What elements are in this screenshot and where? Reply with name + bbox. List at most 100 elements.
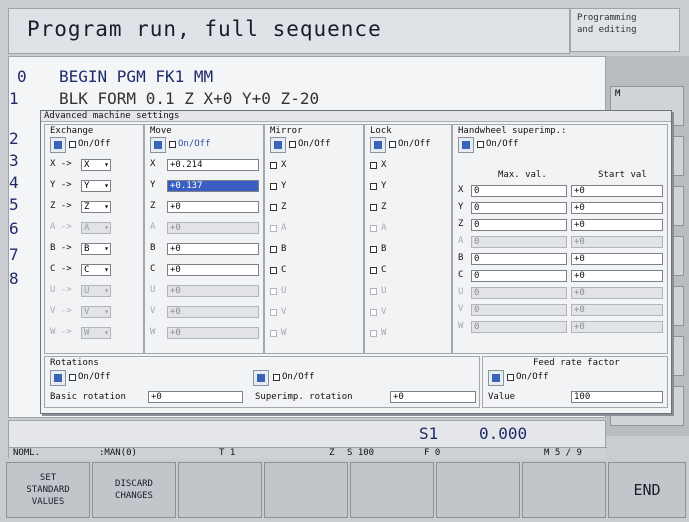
discard-changes-button[interactable]: DISCARD CHANGES	[92, 462, 176, 518]
rotations-onoff-label: On/Off	[78, 372, 111, 382]
exchange-axis-select[interactable]: C	[81, 264, 111, 276]
softkey-blank-4[interactable]	[264, 462, 348, 518]
exchange-axis-select[interactable]: B	[81, 243, 111, 255]
handwheel-max-input[interactable]: 0	[471, 270, 567, 282]
move-onoff-checkbox[interactable]	[169, 141, 176, 148]
mirror-axis-label: Z	[281, 202, 287, 212]
move-axis-input[interactable]: +0.214	[167, 159, 259, 171]
handwheel-onoff-checkbox[interactable]	[477, 141, 484, 148]
lock-axis-checkbox[interactable]	[370, 204, 377, 211]
basic-rotation-input[interactable]: +0	[148, 391, 243, 403]
mirror-axis-checkbox	[270, 225, 277, 232]
move-axis-input: +0	[167, 222, 259, 234]
handwheel-max-input[interactable]: 0	[471, 202, 567, 214]
softkey-line: STANDARD	[26, 485, 70, 495]
basic-rotation-label: Basic rotation	[50, 392, 126, 402]
exchange-axis-select: A	[81, 222, 111, 234]
line-number: 2	[9, 129, 19, 148]
move-axis-input: +0	[167, 327, 259, 339]
exchange-axis-label: X ->	[50, 159, 72, 169]
handwheel-start-input[interactable]: +0	[571, 202, 663, 214]
lock-axis-checkbox	[370, 225, 377, 232]
lock-icon	[370, 137, 386, 153]
lock-axis-label: Y	[381, 181, 387, 191]
move-axis-input[interactable]: +0	[167, 201, 259, 213]
handwheel-axis-label: X	[458, 185, 464, 195]
exchange-axis-label: U ->	[50, 285, 72, 295]
m-label: M	[615, 89, 621, 99]
lock-axis-checkbox[interactable]	[370, 183, 377, 190]
feed-onoff-checkbox[interactable]	[507, 374, 514, 381]
handwheel-start-input[interactable]: +0	[571, 185, 663, 197]
handwheel-max-input: 0	[471, 321, 567, 333]
mirror-axis-label: B	[281, 244, 287, 254]
rotations-onoff-checkbox[interactable]	[69, 374, 76, 381]
handwheel-start-input[interactable]: +0	[571, 270, 663, 282]
exchange-onoff-checkbox[interactable]	[69, 141, 76, 148]
lock-axis-label: V	[381, 307, 387, 317]
mirror-onoff-checkbox[interactable]	[289, 141, 296, 148]
end-button[interactable]: END	[608, 462, 686, 518]
move-axis-label: Y	[150, 180, 156, 190]
handwheel-start-input[interactable]: +0	[571, 253, 663, 265]
handwheel-max-input[interactable]: 0	[471, 219, 567, 231]
page-title: Program run, full sequence	[27, 17, 382, 41]
move-axis-input: +0	[167, 285, 259, 297]
line-number: 1	[9, 89, 19, 108]
exchange-axis-label: Z ->	[50, 201, 72, 211]
move-axis-label: A	[150, 222, 156, 232]
feed-value-input[interactable]: 100	[571, 391, 663, 403]
speed-indicator: S 100	[347, 448, 375, 458]
lock-onoff-checkbox[interactable]	[389, 141, 396, 148]
exchange-onoff-label: On/Off	[78, 139, 111, 149]
handwheel-max-input[interactable]: 0	[471, 253, 567, 265]
exchange-axis-select[interactable]: Z	[81, 201, 111, 213]
secondary-mode[interactable]: Programming and editing	[570, 8, 680, 52]
mirror-axis-checkbox[interactable]	[270, 162, 277, 169]
superimp-rotation-input[interactable]: +0	[390, 391, 476, 403]
feed-onoff-label: On/Off	[516, 372, 549, 382]
exchange-axis-select[interactable]: Y	[81, 180, 111, 192]
move-axis-input[interactable]: +0	[167, 264, 259, 276]
handwheel-start-input[interactable]: +0	[571, 219, 663, 231]
handwheel-start-input: +0	[571, 287, 663, 299]
softkey-blank-6[interactable]	[436, 462, 520, 518]
move-group: Move On/Off X +0.214 Y +0.137 Z +0 A +0 B +0 C +0 U +…	[144, 124, 264, 354]
softkey-blank-7[interactable]	[522, 462, 606, 518]
mirror-axis-checkbox[interactable]	[270, 246, 277, 253]
line-number: 8	[9, 269, 19, 288]
lock-onoff-label: On/Off	[398, 139, 431, 149]
softkey-line: SET	[39, 473, 57, 483]
rotation-icon	[50, 370, 66, 386]
noml-indicator: NOML.	[13, 448, 41, 458]
mirror-axis-checkbox	[270, 309, 277, 316]
softkey-blank-3[interactable]	[178, 462, 262, 518]
mirror-axis-checkbox[interactable]	[270, 183, 277, 190]
handwheel-start-input: +0	[571, 236, 663, 248]
lock-axis-checkbox[interactable]	[370, 162, 377, 169]
move-axis-input[interactable]: +0	[167, 243, 259, 255]
lock-axis-label: X	[381, 160, 387, 170]
advanced-settings-dialog: Advanced machine settings Exchange On/Of…	[40, 110, 672, 414]
lock-axis-checkbox[interactable]	[370, 267, 377, 274]
mirror-axis-checkbox[interactable]	[270, 267, 277, 274]
handwheel-max-input: 0	[471, 236, 567, 248]
exchange-title: Exchange	[50, 126, 94, 136]
lock-axis-checkbox[interactable]	[370, 246, 377, 253]
handwheel-max-input[interactable]: 0	[471, 185, 567, 197]
softkey-blank-5[interactable]	[350, 462, 434, 518]
lock-title: Lock	[370, 126, 392, 136]
mirror-axis-checkbox[interactable]	[270, 204, 277, 211]
end-label: END	[633, 481, 661, 499]
move-onoff-label: On/Off	[178, 139, 211, 149]
move-axis-input[interactable]: +0.137	[167, 180, 259, 192]
exchange-axis-label: V ->	[50, 306, 72, 316]
exchange-axis-select[interactable]: X	[81, 159, 111, 171]
handwheel-axis-label: W	[458, 321, 464, 331]
move-axis-label: Z	[150, 201, 156, 211]
line-number: 6	[9, 219, 19, 238]
set-standard-values-button[interactable]: SET STANDARD VALUES	[6, 462, 90, 518]
axis-indicator: Z	[329, 448, 335, 458]
superimp-onoff-checkbox[interactable]	[273, 374, 280, 381]
mode-header: Program run, full sequence	[8, 8, 570, 54]
